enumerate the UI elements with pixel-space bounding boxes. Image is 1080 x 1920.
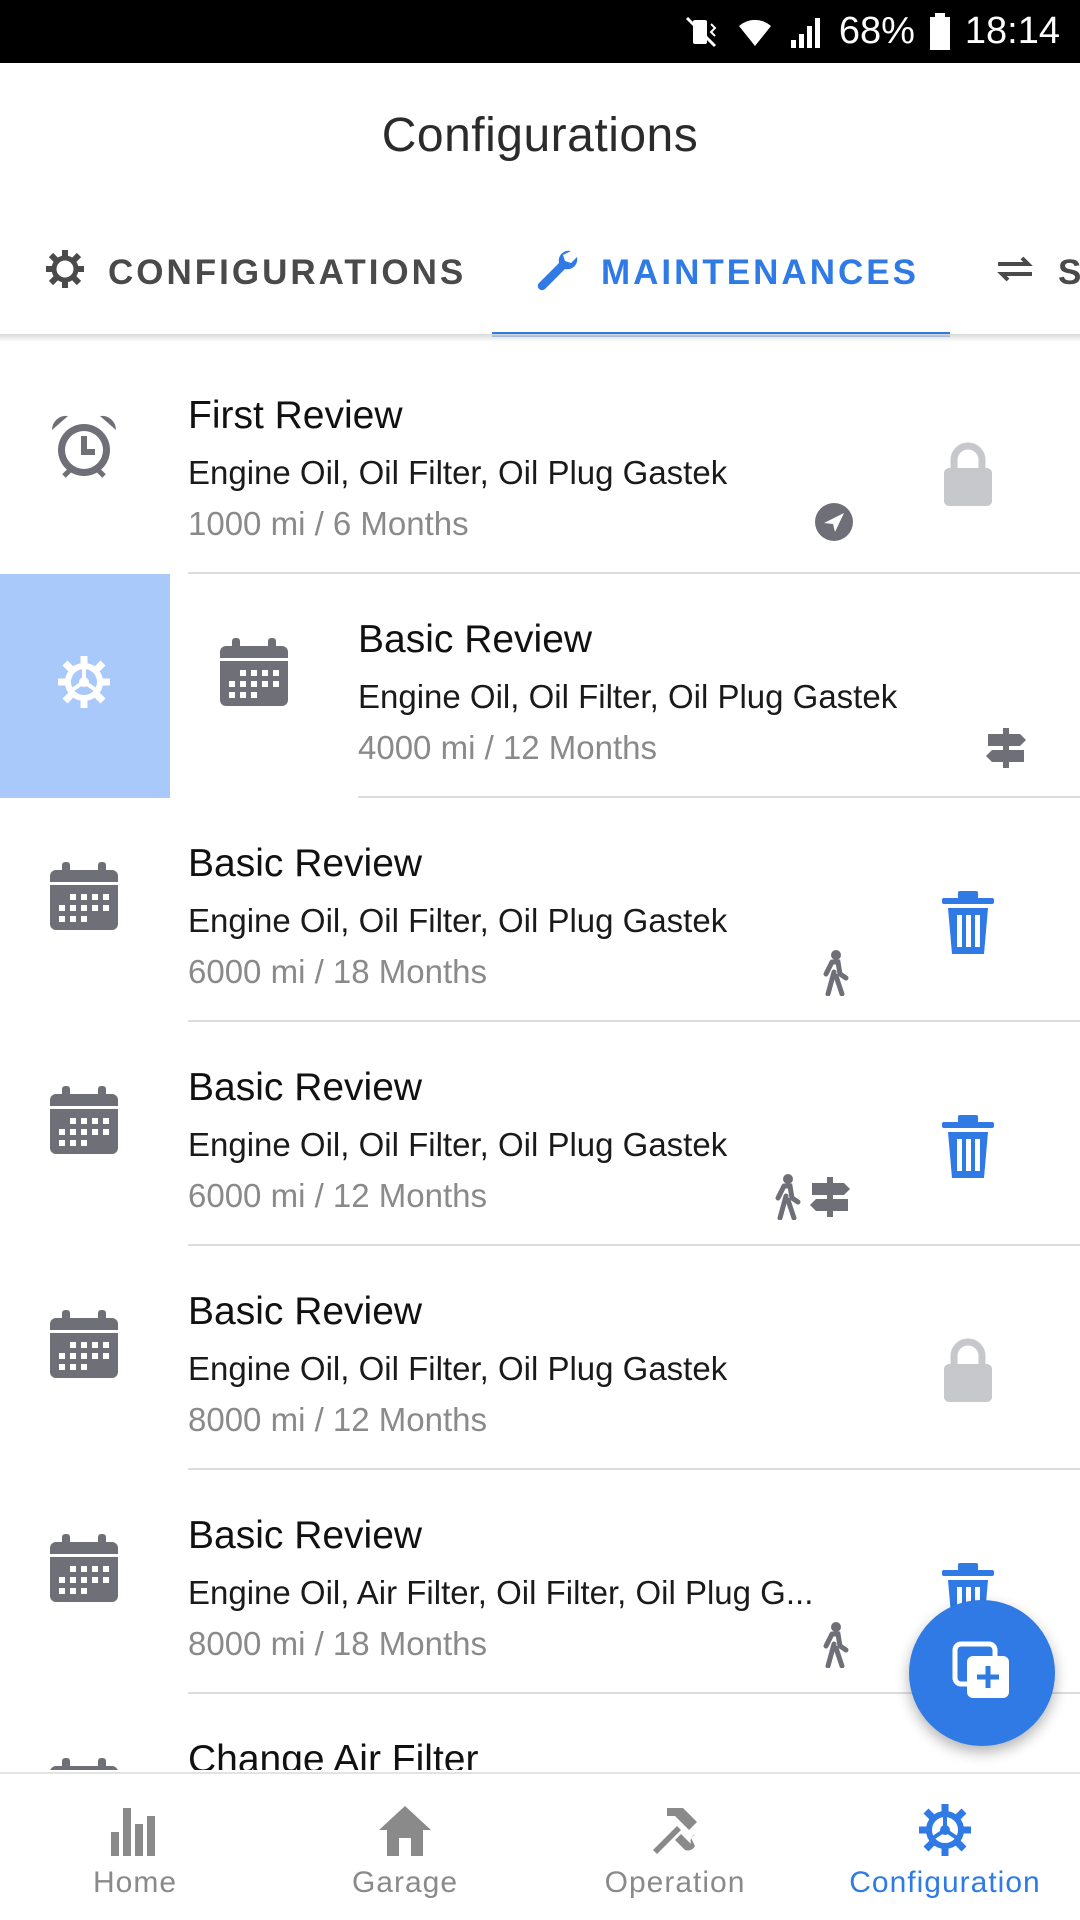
item-title: Basic Review: [188, 1514, 423, 1557]
item-subtitle: Engine Oil, Oil Filter, Oil Plug Gastek: [358, 678, 898, 715]
item-interval: 6000 mi / 12 Months: [188, 1177, 487, 1214]
list-item-swiped[interactable]: Basic Review Engine Oil, Oil Filter, Oil…: [0, 574, 1080, 798]
signpost-icon: [808, 1175, 852, 1224]
tab-label: MAINTENANCES: [601, 253, 919, 292]
add-maintenance-button[interactable]: [909, 1600, 1055, 1746]
bottom-navigation: Home Garage Operation Configuration: [0, 1772, 1080, 1920]
walking-icon: [770, 1174, 802, 1225]
nav-label: Home: [92, 1866, 178, 1899]
signpost-icon: [984, 726, 1028, 775]
item-title: First Review: [188, 394, 403, 437]
nav-home[interactable]: Home: [0, 1774, 270, 1920]
tab-maintenances[interactable]: MAINTENANCES: [535, 208, 919, 338]
calendar-icon: [48, 860, 120, 932]
signal-icon: [789, 14, 825, 50]
nav-garage[interactable]: Garage: [270, 1774, 540, 1920]
list-item[interactable]: First Review Engine Oil, Oil Filter, Oil…: [0, 350, 1080, 574]
trash-icon[interactable]: [940, 1114, 996, 1180]
swap-icon: [994, 248, 1036, 299]
page-title: Configurations: [381, 109, 699, 162]
item-interval: 4000 mi / 12 Months: [358, 729, 657, 766]
calendar-icon: [48, 1532, 120, 1604]
item-title: Basic Review: [188, 1066, 423, 1109]
clock-time: 18:14: [964, 10, 1060, 52]
wrench-icon: [535, 247, 579, 300]
list-item[interactable]: Basic Review Engine Oil, Oil Filter, Oil…: [0, 1246, 1080, 1470]
battery-percent: 68%: [838, 10, 915, 52]
item-subtitle: Engine Oil, Air Filter, Oil Filter, Oil …: [188, 1574, 814, 1611]
calendar-icon: [218, 636, 290, 708]
item-title: Basic Review: [188, 842, 423, 885]
list-item[interactable]: Basic Review Engine Oil, Oil Filter, Oil…: [0, 1022, 1080, 1246]
item-subtitle: Engine Oil, Oil Filter, Oil Plug Gastek: [188, 1350, 728, 1387]
settings-icon: [56, 654, 112, 710]
tab-bar: CONFIGURATIONS MAINTENANCES S: [0, 208, 1080, 338]
walking-icon: [818, 950, 850, 1001]
item-interval: 8000 mi / 12 Months: [188, 1401, 487, 1438]
mute-vibrate-icon: [681, 12, 721, 52]
calendar-icon: [48, 1084, 120, 1156]
list-item[interactable]: Basic Review Engine Oil, Oil Filter, Oil…: [0, 798, 1080, 1022]
calendar-icon: [48, 1308, 120, 1380]
swipe-action-settings[interactable]: [0, 574, 170, 798]
tools-icon: [647, 1802, 703, 1858]
lock-icon: [940, 442, 996, 508]
add-copy-icon: [951, 1640, 1013, 1707]
item-interval: 6000 mi / 18 Months: [188, 953, 487, 990]
maintenance-list[interactable]: First Review Engine Oil, Oil Filter, Oil…: [0, 350, 1080, 1770]
trash-icon[interactable]: [940, 890, 996, 956]
item-title: Basic Review: [188, 1290, 423, 1333]
nav-operation[interactable]: Operation: [540, 1774, 810, 1920]
nav-label: Operation: [604, 1866, 746, 1899]
nav-label: Garage: [351, 1866, 459, 1899]
item-subtitle: Engine Oil, Oil Filter, Oil Plug Gastek: [188, 902, 728, 939]
tabs-shadow: [0, 334, 1080, 342]
tab-label: CONFIGURATIONS: [108, 253, 467, 292]
item-subtitle: Engine Oil, Oil Filter, Oil Plug Gastek: [188, 1126, 728, 1163]
navigation-arrow-icon: [814, 502, 854, 547]
lock-icon: [940, 1338, 996, 1404]
item-title: Change Air Filter: [188, 1738, 479, 1770]
alarm-clock-icon: [48, 412, 120, 484]
tab-label: S: [1058, 253, 1080, 292]
walking-icon: [818, 1622, 850, 1673]
nav-label: Configuration: [849, 1866, 1041, 1899]
bar-chart-icon: [107, 1802, 163, 1858]
status-bar: 68% 18:14: [0, 0, 1080, 63]
nav-configuration[interactable]: Configuration: [810, 1774, 1080, 1920]
calendar-icon: [48, 1756, 120, 1770]
tab-swap[interactable]: S: [994, 208, 1080, 338]
gear-icon: [44, 248, 86, 299]
tab-configurations[interactable]: CONFIGURATIONS: [44, 208, 466, 338]
wifi-icon: [735, 14, 775, 50]
item-interval: 8000 mi / 18 Months: [188, 1625, 487, 1662]
battery-icon: [929, 12, 951, 51]
house-icon: [377, 1802, 433, 1858]
item-title: Basic Review: [358, 618, 593, 661]
item-interval: 1000 mi / 6 Months: [188, 505, 469, 542]
gear-icon: [917, 1802, 973, 1858]
item-subtitle: Engine Oil, Oil Filter, Oil Plug Gastek: [188, 454, 728, 491]
